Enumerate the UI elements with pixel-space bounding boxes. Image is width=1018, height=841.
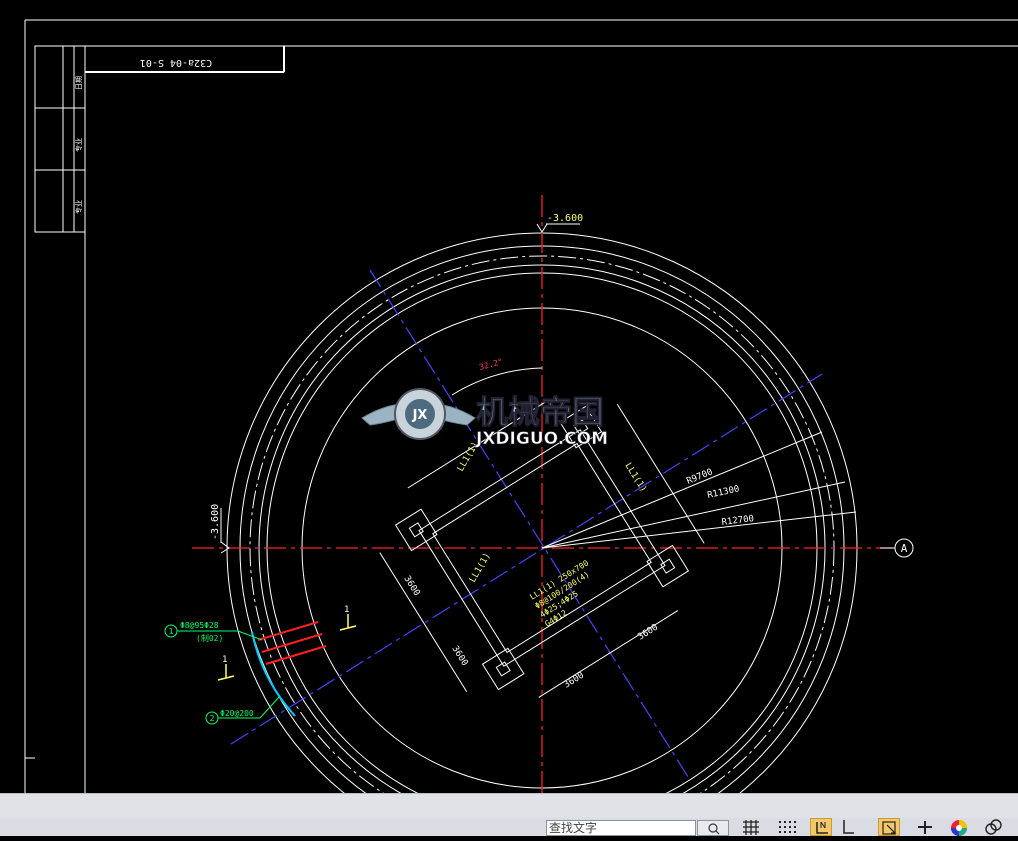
transparency-icon <box>985 819 1002 835</box>
title-block-char-1: 日期 <box>75 76 83 90</box>
plus-icon <box>918 821 932 834</box>
axis-bubble-a: A <box>880 538 914 558</box>
drawing-canvas[interactable]: 日期 专业 专业 C32a-04 S-01 R9700 R11300 R1270… <box>0 0 1018 793</box>
svg-text:-3.600: -3.600 <box>210 504 221 540</box>
beam-label-3: LL1(1) <box>468 551 493 584</box>
elevation-mark-left: -3.600 <box>210 504 230 554</box>
watermark-logo: JX 机械帝国 JXDIGUO.COM <box>361 388 608 449</box>
dimension-4: 3600 <box>636 623 660 643</box>
angle-label: 32.2° <box>478 357 504 372</box>
grid-display-button[interactable] <box>740 818 762 836</box>
radius-label-1: R9700 <box>685 467 714 486</box>
watermark-en: JXDIGUO.COM <box>475 429 608 449</box>
svg-text:-3.600: -3.600 <box>547 213 583 224</box>
beam-label-2: LL1(1) <box>622 461 648 494</box>
color-wheel-button[interactable] <box>948 818 970 836</box>
object-snap-button[interactable] <box>878 818 900 836</box>
status-strip <box>0 794 1018 818</box>
search-button[interactable] <box>697 820 729 836</box>
section-mark-2 <box>217 664 235 681</box>
transparency-button[interactable] <box>982 818 1004 836</box>
title-block-char-3: 专业 <box>74 200 83 214</box>
title-block-char-2: 专业 <box>74 138 83 152</box>
dimension-2: 3600 <box>449 644 469 668</box>
svg-text:1: 1 <box>222 655 227 665</box>
svg-text:1: 1 <box>169 627 174 636</box>
angle-arc <box>451 367 543 396</box>
dimension-3: 3600 <box>562 671 586 691</box>
svg-text:A: A <box>901 542 908 555</box>
svg-text:Φ20@200: Φ20@200 <box>220 709 254 718</box>
beam-spec: LL1(1) 250x700 Φ8@100/200(4) 4Φ25;4Φ25 G… <box>528 558 591 628</box>
radius-lines <box>541 431 857 549</box>
svg-text:2: 2 <box>210 714 215 723</box>
color-wheel-icon <box>951 820 967 836</box>
dimension-1: 3600 <box>401 574 421 598</box>
ortho-mode-button[interactable] <box>810 818 832 836</box>
radius-label-2: R11300 <box>707 484 741 501</box>
radius-label-3: R12700 <box>721 514 754 528</box>
svg-text:1: 1 <box>344 605 349 615</box>
snap-grid-icon <box>779 821 796 833</box>
watermark-cn: 机械帝国 <box>476 393 604 431</box>
svg-text:JX: JX <box>412 408 428 423</box>
grid-icon <box>743 820 759 835</box>
code-box: C32a-04 S-01 <box>84 45 285 73</box>
polar-tracking-button[interactable] <box>838 818 860 836</box>
callout-1: 1 Φ8@95Φ28 (制02) <box>164 621 263 643</box>
ortho-icon <box>816 821 828 834</box>
add-button[interactable] <box>914 818 936 836</box>
snap-mode-button[interactable] <box>776 818 798 836</box>
object-snap-icon <box>882 821 897 835</box>
search-text-input[interactable]: 查找文字 <box>546 820 696 836</box>
elevation-mark-top: -3.600 <box>536 213 583 233</box>
polar-icon <box>843 820 854 834</box>
cad-drawing: 日期 专业 专业 C32a-04 S-01 R9700 R11300 R1270… <box>24 19 1018 793</box>
svg-text:(制02): (制02) <box>196 633 223 643</box>
svg-text:Φ8@95Φ28: Φ8@95Φ28 <box>180 621 219 630</box>
section-mark-1 <box>339 614 357 631</box>
status-bar: 查找文字 <box>0 793 1018 836</box>
drawing-code-label: C32a-04 S-01 <box>140 57 212 68</box>
